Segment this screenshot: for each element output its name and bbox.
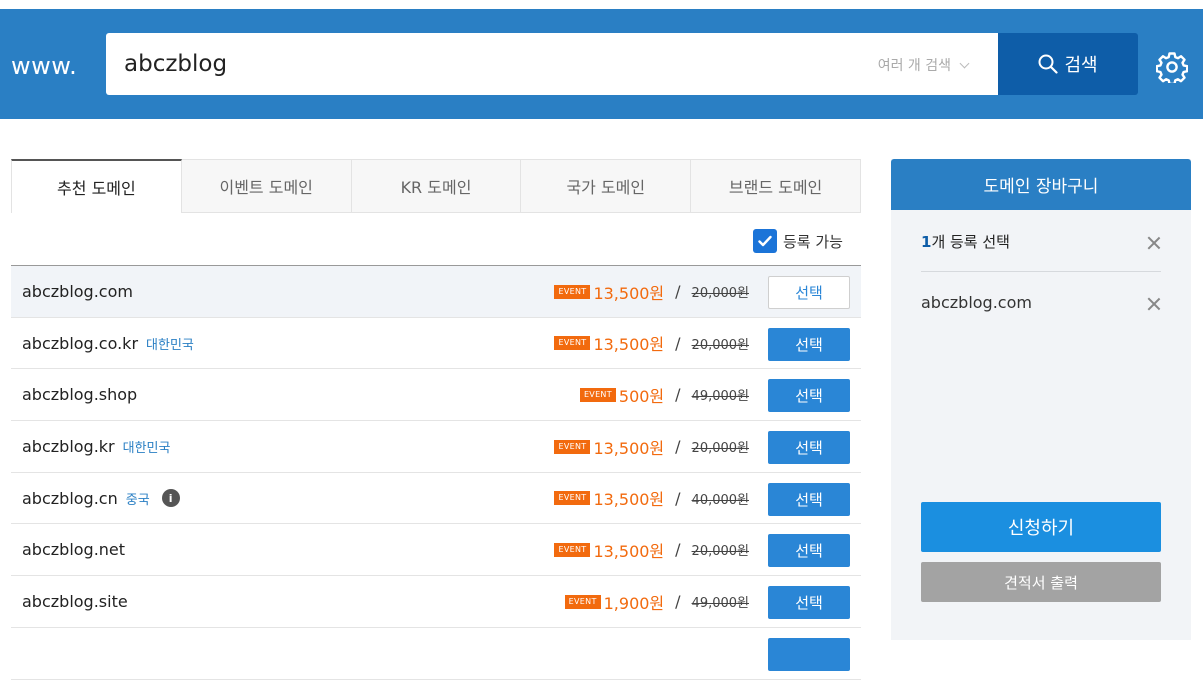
domain-search-input[interactable] bbox=[124, 33, 824, 95]
select-button[interactable]: 선택 bbox=[768, 482, 850, 516]
cart-count-label: 개 등록 선택 bbox=[931, 233, 1010, 251]
event-price: 13,500원 bbox=[593, 490, 665, 510]
table-row-partial bbox=[11, 628, 861, 680]
country-label: 중국 bbox=[125, 492, 150, 508]
event-price: 500원 bbox=[618, 386, 665, 406]
tab-event[interactable]: 이벤트 도메인 bbox=[181, 159, 352, 213]
table-row: abczblog.cn 중국 i EVENT 13,500원 / 40,000원 선택 bbox=[11, 473, 861, 525]
event-badge: EVENT bbox=[554, 336, 591, 351]
domain-name: abczblog.com bbox=[22, 282, 133, 301]
info-icon[interactable]: i bbox=[161, 489, 180, 508]
table-row: abczblog.net EVENT 13,500원 / 20,000원 선택 bbox=[11, 524, 861, 577]
domain-name: abczblog.cn bbox=[22, 488, 118, 508]
select-button[interactable]: 선택 bbox=[768, 379, 850, 413]
domain-name: abczblog.net bbox=[22, 540, 126, 560]
search-box[interactable]: 여러 개 검색 bbox=[106, 33, 998, 95]
price-group: EVENT 500원 / 49,000원 bbox=[579, 369, 749, 420]
original-price: 49,000원 bbox=[691, 389, 749, 405]
original-price: 20,000원 bbox=[691, 286, 749, 301]
select-button[interactable]: 선택 bbox=[768, 276, 850, 309]
domain-name: abczblog.shop bbox=[22, 385, 138, 405]
gear-icon[interactable] bbox=[1156, 51, 1188, 83]
select-button[interactable]: 선택 bbox=[768, 327, 850, 361]
top-strip bbox=[0, 0, 1203, 9]
tab-country[interactable]: 국가 도메인 bbox=[521, 159, 692, 213]
remove-item-icon[interactable] bbox=[1147, 297, 1161, 311]
select-button[interactable]: 선택 bbox=[768, 431, 850, 465]
available-checkbox[interactable] bbox=[753, 229, 777, 253]
price-separator: / bbox=[675, 488, 681, 508]
price-group: EVENT 13,500원 / 40,000원 bbox=[554, 473, 749, 524]
cart-count: 1개 등록 선택 bbox=[921, 231, 1010, 252]
price-separator: / bbox=[675, 282, 681, 301]
table-row: abczblog.kr 대한민국 EVENT 13,500원 / 20,000원 선택 bbox=[11, 421, 861, 473]
www-prefix: www. bbox=[11, 52, 78, 80]
multi-search-toggle[interactable]: 여러 개 검색 bbox=[877, 55, 970, 75]
cart-count-number: 1 bbox=[921, 233, 932, 251]
apply-button[interactable]: 신청하기 bbox=[921, 502, 1161, 552]
price-separator: / bbox=[675, 437, 681, 457]
select-button[interactable]: 선택 bbox=[768, 586, 850, 620]
event-price: 13,500원 bbox=[593, 283, 665, 303]
event-badge: EVENT bbox=[554, 439, 591, 454]
domain-tabs: 추천 도메인 이벤트 도메인 KR 도메인 국가 도메인 브랜드 도메인 bbox=[11, 159, 861, 213]
event-price: 13,500원 bbox=[593, 541, 665, 561]
table-row: abczblog.site EVENT 1,900원 / 49,000원 선택 bbox=[11, 576, 861, 628]
clear-cart-icon[interactable] bbox=[1147, 236, 1161, 250]
search-header: www. 여러 개 검색 검색 bbox=[0, 9, 1203, 119]
event-price: 13,500원 bbox=[593, 335, 665, 355]
select-button[interactable]: 선택 bbox=[768, 534, 850, 568]
search-button-label: 검색 bbox=[1064, 55, 1098, 76]
event-price: 13,500원 bbox=[593, 438, 665, 458]
available-filter[interactable]: 등록 가능 bbox=[753, 229, 843, 253]
check-icon bbox=[758, 235, 772, 247]
original-price: 20,000원 bbox=[691, 337, 749, 353]
price-separator: / bbox=[675, 592, 681, 612]
domain-list: abczblog.com EVENT 13,500원/20,000원 선택 abc… bbox=[11, 265, 861, 680]
country-label: 대한민국 bbox=[146, 337, 194, 353]
tab-brand[interactable]: 브랜드 도메인 bbox=[691, 159, 861, 213]
event-badge: EVENT bbox=[564, 594, 601, 609]
table-row: abczblog.co.kr 대한민국 EVENT 13,500원/20,000원 … bbox=[11, 318, 861, 370]
price-group: EVENT 13,500원 / 20,000원 bbox=[554, 421, 749, 472]
cart-title: 도메인 장바구니 bbox=[891, 159, 1191, 210]
event-badge: EVENT bbox=[554, 284, 591, 299]
search-button[interactable]: 검색 bbox=[998, 33, 1138, 95]
domain-name: abczblog.kr bbox=[22, 437, 115, 457]
multi-search-label: 여러 개 검색 bbox=[877, 58, 951, 74]
domain-name: abczblog.co.kr bbox=[22, 333, 139, 353]
select-button-partial[interactable] bbox=[768, 637, 850, 671]
cart-item: abczblog.com bbox=[921, 293, 1032, 312]
price-separator: / bbox=[675, 540, 681, 560]
tab-kr[interactable]: KR 도메인 bbox=[351, 159, 522, 213]
price-group: EVENT 13,500원 / 20,000원 bbox=[554, 318, 749, 369]
cart-divider bbox=[921, 271, 1161, 272]
event-badge: EVENT bbox=[579, 387, 616, 402]
original-price: 49,000원 bbox=[691, 596, 749, 612]
table-row: abczblog.com EVENT 13,500원 / 20,000원 선택 bbox=[11, 266, 861, 318]
price-group: EVENT 13,500원 / 20,000원 bbox=[554, 266, 749, 317]
search-icon bbox=[1038, 54, 1059, 74]
event-badge: EVENT bbox=[554, 542, 591, 557]
print-quote-button[interactable]: 견적서 출력 bbox=[921, 562, 1161, 602]
chevron-down-icon bbox=[959, 58, 970, 69]
price-group: EVENT 1,900원 / 49,000원 bbox=[564, 576, 749, 627]
price-separator: / bbox=[675, 333, 681, 353]
original-price: 20,000원 bbox=[691, 441, 749, 457]
domain-cart: 도메인 장바구니 1개 등록 선택 abczblog.com 신청하기 견적서 … bbox=[891, 159, 1191, 640]
table-row: abczblog.shop EVENT 500원 / 49,000원 선택 bbox=[11, 369, 861, 422]
country-label: 대한민국 bbox=[122, 441, 171, 457]
price-group: EVENT 13,500원 / 20,000원 bbox=[554, 524, 749, 575]
domain-name: abczblog.site bbox=[22, 592, 128, 612]
event-badge: EVENT bbox=[554, 491, 591, 506]
available-label: 등록 가능 bbox=[783, 232, 843, 251]
tab-recommended[interactable]: 추천 도메인 bbox=[11, 159, 182, 213]
original-price: 20,000원 bbox=[691, 544, 749, 560]
original-price: 40,000원 bbox=[691, 492, 749, 508]
event-price: 1,900원 bbox=[603, 593, 665, 613]
price-separator: / bbox=[675, 385, 681, 405]
